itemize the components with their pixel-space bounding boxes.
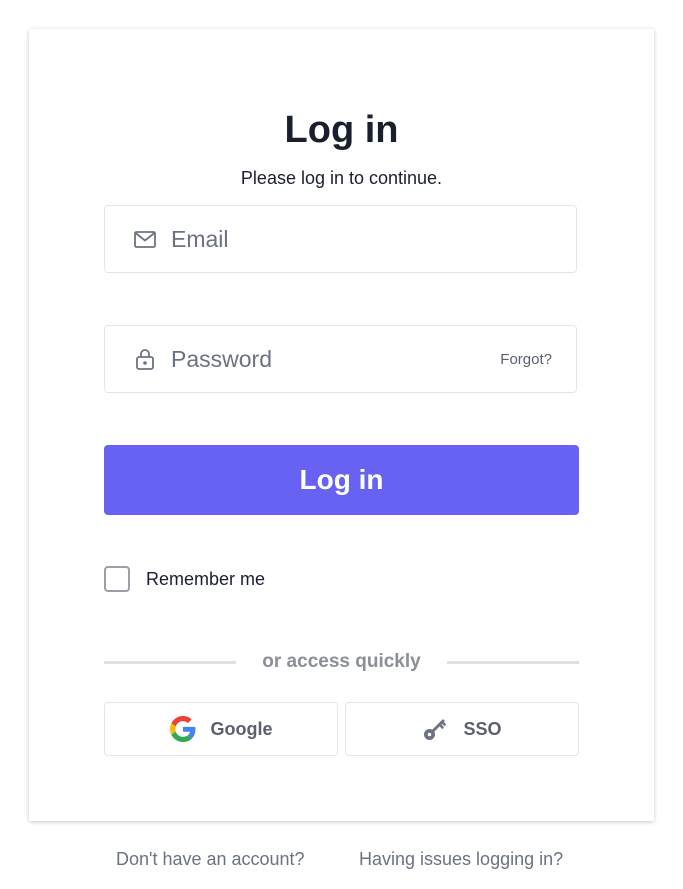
page-subtitle: Please log in to continue. [240,168,443,188]
divider-line-right [447,661,579,664]
email-field-container [104,205,577,273]
email-input[interactable] [171,206,471,272]
password-field-container: Forgot? [104,325,577,393]
remember-me-label[interactable]: Remember me [146,569,265,590]
key-icon [422,716,448,742]
google-label: Google [210,718,273,739]
quick-access-divider: or access quickly [104,649,579,675]
sso-login-button[interactable]: SSO [345,702,579,756]
login-button[interactable]: Log in [104,445,579,515]
page-title: Log in [284,109,399,151]
mail-icon [133,229,157,251]
login-help-link[interactable]: Having issues logging in? [359,848,563,870]
lock-icon [133,349,157,371]
sso-label: SSO [463,718,502,739]
remember-me-checkbox[interactable] [104,566,130,592]
remember-me-row: Remember me [104,564,265,594]
login-card: Log in Please log in to continue. Forgot… [29,29,654,821]
forgot-password-link[interactable]: Forgot? [500,350,552,370]
signup-link[interactable]: Don't have an account? [116,848,305,870]
google-login-button[interactable]: Google [104,702,338,756]
password-input[interactable] [171,326,471,392]
google-icon [169,716,196,742]
